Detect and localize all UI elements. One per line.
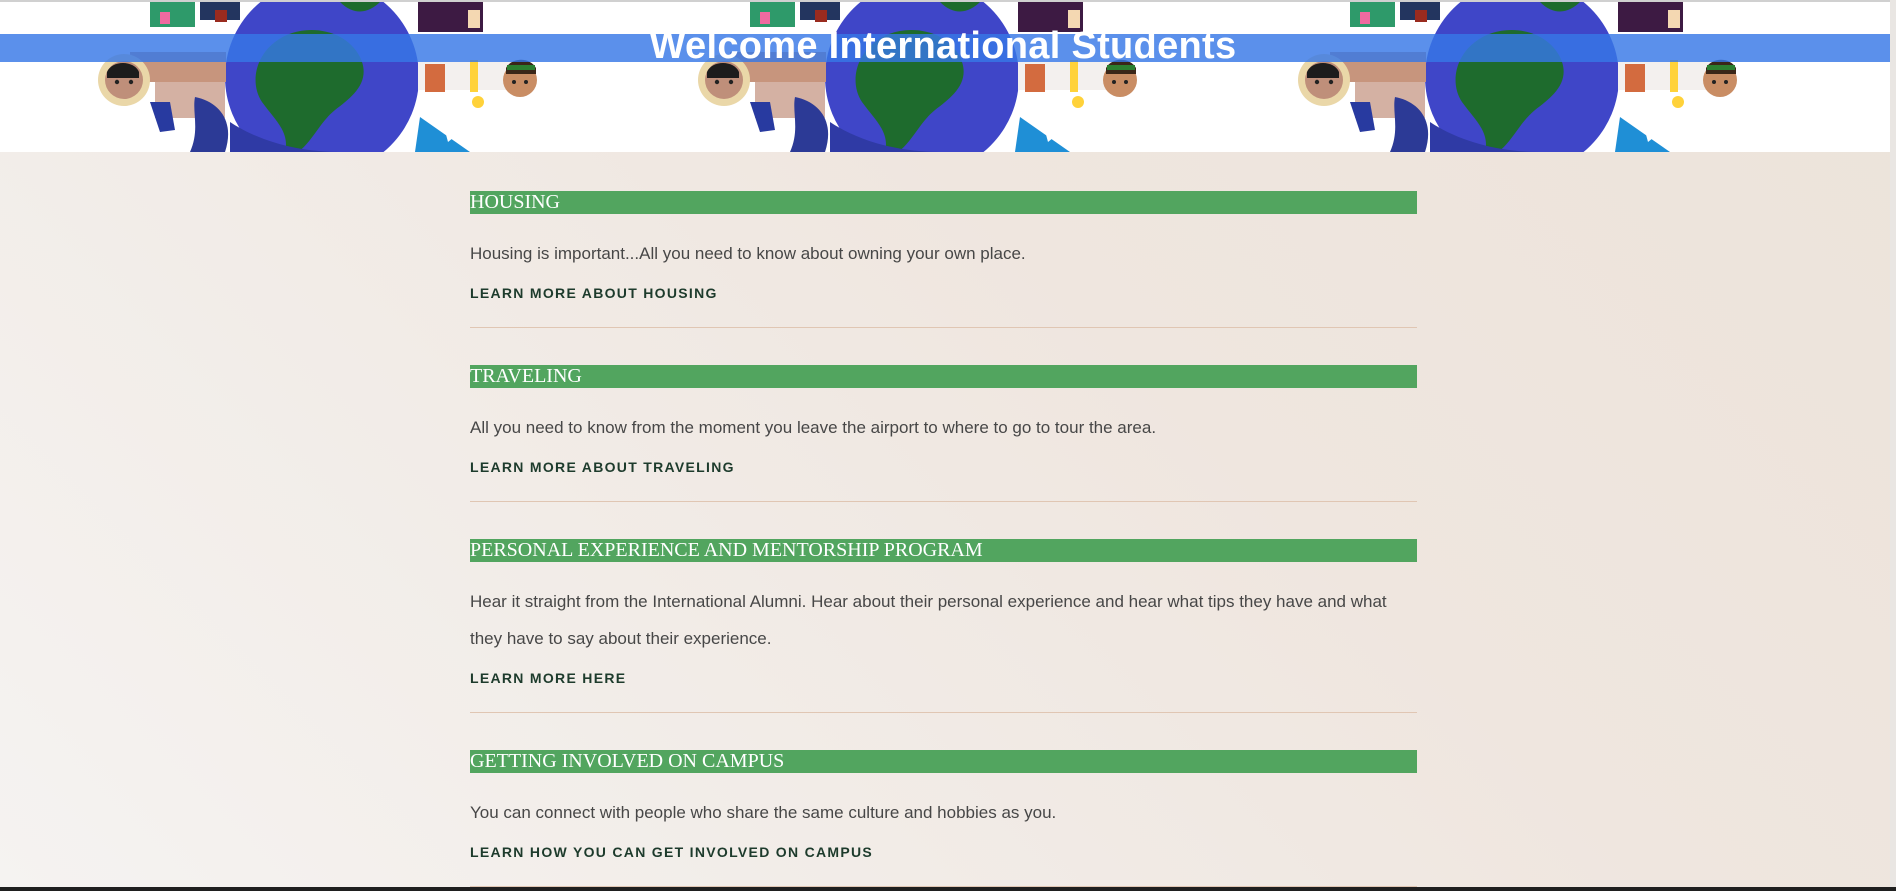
learn-more-mentorship-link[interactable]: LEARN MORE HERE	[470, 670, 626, 687]
section-housing: HOUSING Housing is important...All you n…	[470, 191, 1417, 328]
section-heading: GETTING INVOLVED ON CAMPUS	[470, 750, 1417, 773]
section-heading: PERSONAL EXPERIENCE AND MENTORSHIP PROGR…	[470, 539, 1417, 562]
page-title: Welcome International Students	[649, 25, 1237, 67]
page: Welcome International Students HOUSING H…	[0, 0, 1896, 887]
section-heading: HOUSING	[470, 191, 1417, 214]
learn-more-housing-link[interactable]: LEARN MORE ABOUT HOUSING	[470, 285, 718, 302]
main-content: HOUSING Housing is important...All you n…	[470, 191, 1417, 887]
scrollbar[interactable]	[1890, 0, 1896, 887]
section-mentorship: PERSONAL EXPERIENCE AND MENTORSHIP PROGR…	[470, 539, 1417, 713]
section-campus-involvement: GETTING INVOLVED ON CAMPUS You can conne…	[470, 750, 1417, 887]
section-heading: TRAVELING	[470, 365, 1417, 388]
learn-more-traveling-link[interactable]: LEARN MORE ABOUT TRAVELING	[470, 459, 735, 476]
section-divider	[470, 327, 1417, 328]
section-divider	[470, 712, 1417, 713]
section-description: Housing is important...All you need to k…	[470, 244, 1026, 263]
section-traveling: TRAVELING All you need to know from the …	[470, 365, 1417, 502]
section-divider	[470, 501, 1417, 502]
window-bottom-edge	[0, 887, 1896, 891]
section-description: Hear it straight from the International …	[470, 592, 1387, 648]
section-description: All you need to know from the moment you…	[470, 418, 1157, 437]
get-involved-link[interactable]: LEARN HOW YOU CAN GET INVOLVED ON CAMPUS	[470, 844, 873, 861]
section-description: You can connect with people who share th…	[470, 803, 1057, 822]
header-banner: Welcome International Students	[0, 2, 1896, 152]
